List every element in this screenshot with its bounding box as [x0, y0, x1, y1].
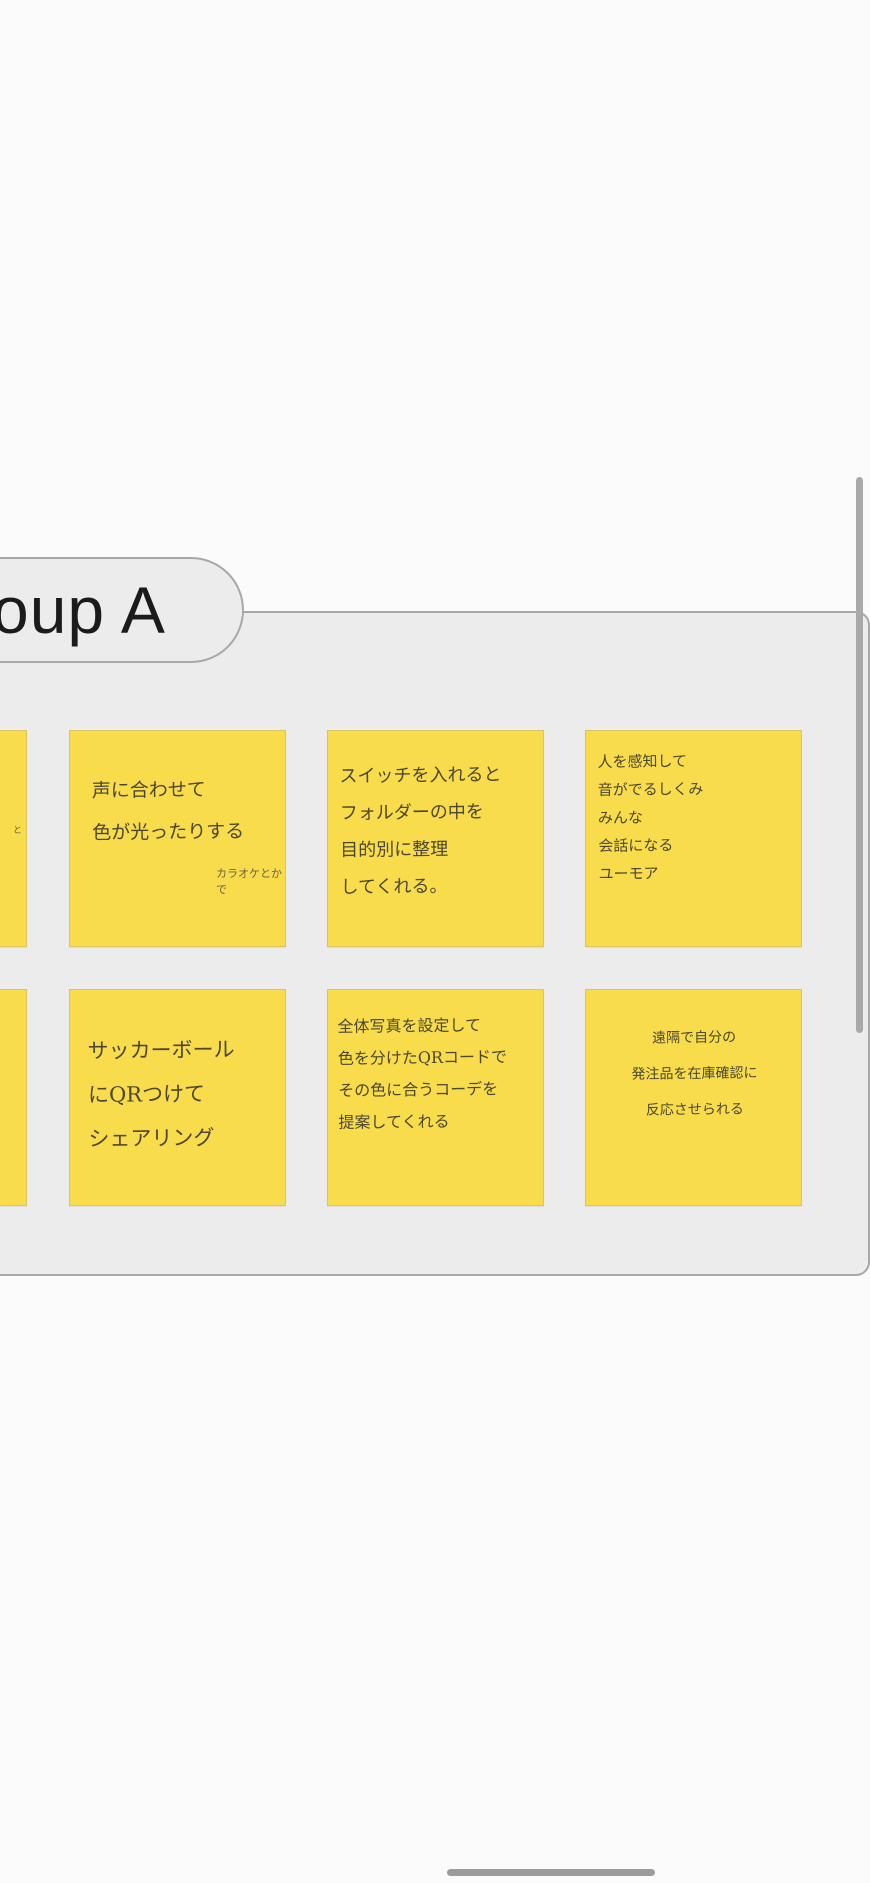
note-text: サッカーボール にQRつけて シェアリング: [87, 1037, 235, 1151]
whiteboard-canvas[interactable]: oup A と 声に合わせて 色が光ったりする カラオケとかで スイッチを入れる…: [0, 0, 870, 1883]
group-title: oup A: [0, 573, 166, 647]
note-text: スイッチを入れると フォルダーの中を 目的別に整理 してくれる。: [339, 764, 502, 899]
note-annotation: カラオケとかで: [216, 867, 282, 896]
sticky-note[interactable]: 遠隔で自分の 発注品を在庫確認に 反応させられる: [585, 989, 802, 1206]
note-text: 全体写真を設定して 色を分けたQRコードで その色に合うコーデを 提案してくれる: [337, 1015, 508, 1133]
sticky-note[interactable]: 全体写真を設定して 色を分けたQRコードで その色に合うコーデを 提案してくれる: [327, 989, 544, 1206]
note-text: 声に合わせて 色が光ったりする: [91, 778, 245, 844]
home-indicator[interactable]: [447, 1869, 655, 1876]
sticky-note[interactable]: サッカーボール にQRつけて シェアリング: [69, 989, 286, 1206]
note-text: 遠隔で自分の 発注品を在庫確認に 反応させられる: [631, 1029, 758, 1119]
sticky-note[interactable]: スイッチを入れると フォルダーの中を 目的別に整理 してくれる。: [327, 730, 544, 947]
vertical-scrollbar[interactable]: [856, 477, 863, 1033]
note-text: 人を感知して 音がでるしくみ みんな 会話になる ユーモア: [597, 752, 704, 884]
note-edge-text: と: [12, 826, 22, 836]
sticky-note-partial[interactable]: と: [0, 730, 27, 947]
sticky-note[interactable]: 声に合わせて 色が光ったりする カラオケとかで: [69, 730, 286, 947]
sticky-note[interactable]: 人を感知して 音がでるしくみ みんな 会話になる ユーモア: [585, 730, 802, 947]
sticky-note-partial[interactable]: [0, 989, 27, 1206]
